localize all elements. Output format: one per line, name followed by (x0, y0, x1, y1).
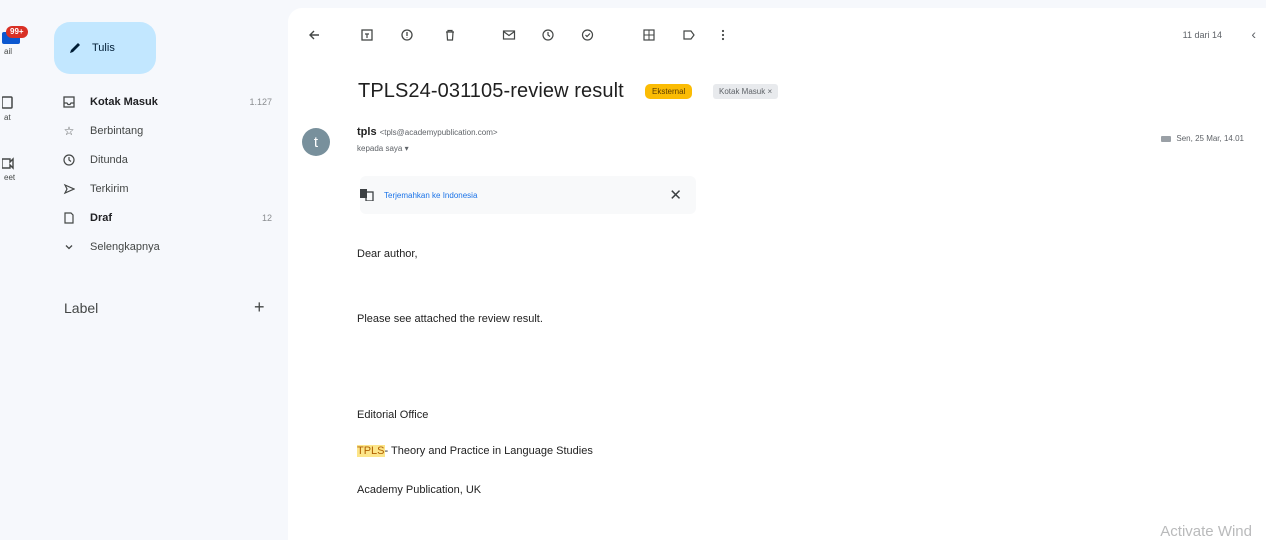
body-text: Please see attached the review result. (357, 313, 543, 325)
add-task-icon (581, 29, 594, 41)
sender-line: tpls <tpls@academypublication.com> (357, 126, 498, 138)
attachment-icon (1161, 135, 1172, 142)
highlighted-term: TPLS (357, 445, 385, 457)
delete-button[interactable] (441, 26, 459, 44)
date-text: Sen, 25 Mar, 14.01 (1176, 134, 1244, 143)
mail-unread-icon (502, 30, 516, 40)
activation-watermark: Activate Wind (1160, 523, 1252, 540)
sidebar-item-sent[interactable]: Terkirim (62, 175, 272, 203)
more-options-button[interactable] (714, 26, 732, 44)
chat-icon (2, 96, 13, 109)
sidebar-item-label: Selengkapnya (90, 241, 160, 253)
recipient-details-toggle[interactable]: kepada saya ▾ (357, 144, 409, 153)
label-icon (683, 30, 695, 40)
move-icon (643, 29, 655, 41)
labels-heading: Label (64, 300, 99, 316)
inbox-icon (62, 95, 76, 109)
message-subject: TPLS24-031105-review result (358, 80, 624, 102)
sidebar-item-label: Terkirim (90, 183, 129, 195)
sidebar-item-label: Berbintang (90, 125, 144, 137)
report-icon (401, 29, 413, 41)
chevron-down-icon (62, 240, 76, 254)
app-rail: ail 99+ at eet (0, 0, 42, 540)
send-icon (62, 182, 76, 196)
external-chip: Eksternal (645, 84, 693, 99)
label-button[interactable] (680, 26, 698, 44)
archive-button[interactable] (358, 26, 376, 44)
add-task-button[interactable] (579, 26, 597, 44)
signature-publisher: Academy Publication, UK (357, 484, 482, 496)
signature-journal: TPLS- Theory and Practice in Language St… (357, 445, 593, 457)
archive-icon (361, 29, 373, 41)
nav-sidebar: Tulis Kotak Masuk 1.127 ☆ Berbintang Dit… (42, 0, 288, 540)
close-translate-button[interactable]: ✕ (669, 186, 682, 204)
move-to-button[interactable] (640, 26, 658, 44)
rail-chat-label: at (4, 113, 11, 122)
rail-meet[interactable]: eet (0, 156, 42, 182)
sidebar-item-drafts[interactable]: Draf 12 (62, 204, 272, 232)
translate-icon (360, 189, 374, 201)
compose-label: Tulis (92, 42, 115, 54)
sender-name[interactable]: tpls (357, 126, 377, 138)
message-pane: 11 dari 14 ‹ TPLS24-031105-review result… (288, 8, 1266, 540)
body-greeting: Dear author, (357, 248, 418, 260)
inbox-count: 1.127 (249, 97, 272, 107)
star-icon: ☆ (63, 124, 75, 138)
rail-meet-label: eet (4, 173, 16, 182)
translate-link[interactable]: Terjemahkan ke Indonesia (384, 191, 477, 200)
signature-office: Editorial Office (357, 409, 429, 421)
pencil-icon (70, 43, 80, 53)
sidebar-item-label: Ditunda (90, 154, 128, 166)
rail-chat[interactable]: at (0, 96, 42, 122)
pagination-text: 11 dari 14 (1182, 30, 1222, 40)
sidebar-item-snoozed[interactable]: Ditunda (62, 146, 272, 174)
draft-icon (62, 211, 76, 225)
drafts-count: 12 (261, 213, 272, 223)
avatar[interactable]: t (302, 128, 330, 156)
add-label-button[interactable]: + (254, 297, 265, 318)
sidebar-item-label: Draf (90, 212, 113, 224)
unread-badge: 99+ (6, 26, 28, 38)
prev-message-button[interactable]: ‹ (1251, 26, 1256, 42)
sidebar-item-inbox[interactable]: Kotak Masuk 1.127 (62, 88, 272, 116)
sidebar-item-label: Kotak Masuk (90, 96, 158, 108)
back-button[interactable] (305, 26, 323, 44)
trash-icon (446, 29, 454, 41)
arrow-left-icon (309, 30, 319, 40)
translate-bar: Terjemahkan ke Indonesia ✕ (360, 176, 696, 214)
clock-icon (542, 29, 554, 41)
mark-unread-button[interactable] (500, 26, 518, 44)
rail-mail-label: ail (4, 47, 13, 56)
sidebar-item-more[interactable]: Selengkapnya (62, 233, 272, 261)
meet-icon (2, 157, 14, 170)
compose-button[interactable]: Tulis (54, 22, 156, 74)
more-vert-icon (721, 29, 725, 41)
snooze-button[interactable] (539, 26, 557, 44)
sidebar-item-starred[interactable]: ☆ Berbintang (62, 117, 272, 145)
clock-icon (62, 153, 76, 167)
report-spam-button[interactable] (398, 26, 416, 44)
inbox-label-chip[interactable]: Kotak Masuk × (713, 84, 779, 99)
message-date: Sen, 25 Mar, 14.01 (1161, 134, 1244, 143)
sender-email: <tpls@academypublication.com> (379, 128, 498, 137)
signature-journal-rest: - Theory and Practice in Language Studie… (384, 445, 593, 457)
